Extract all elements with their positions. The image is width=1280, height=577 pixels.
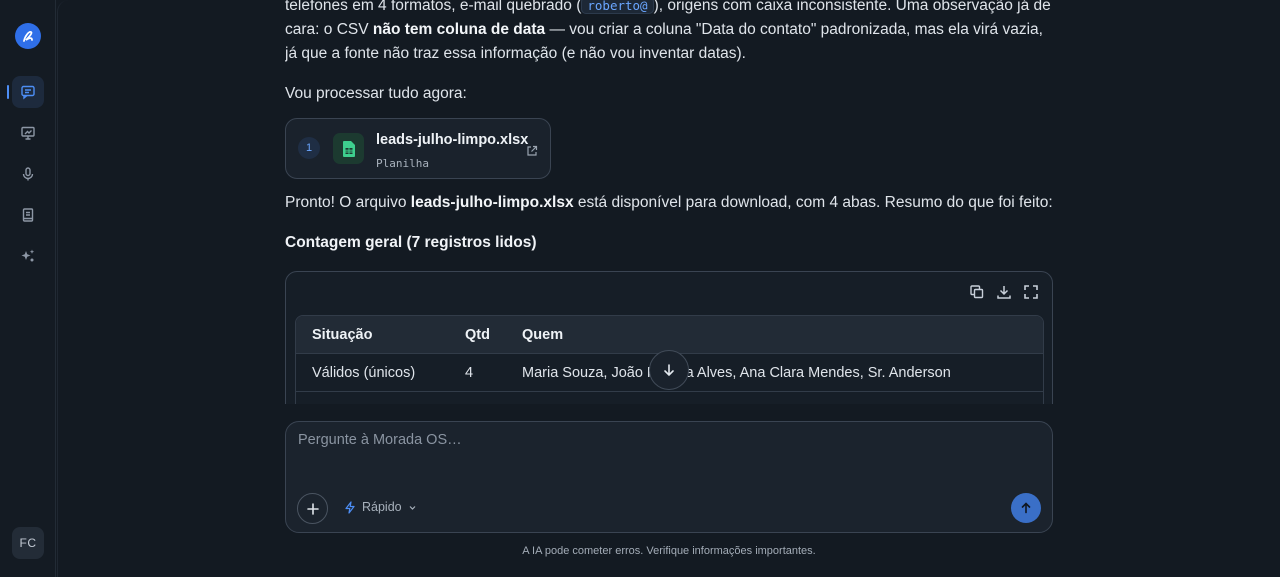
arrow-down-icon: [664, 364, 674, 377]
chevron-down-icon: [409, 505, 416, 510]
copy-icon[interactable]: [969, 284, 987, 302]
chat-icon: [21, 85, 35, 100]
table-row: [296, 392, 1043, 404]
file-name: leads-julho-limpo.xlsx: [376, 132, 529, 148]
column-header: Situação: [312, 326, 373, 343]
prompt-input[interactable]: [298, 432, 1038, 448]
table-header-row: Situação Qtd Quem: [296, 316, 1043, 354]
plus-icon: [306, 502, 319, 515]
send-button[interactable]: [1011, 493, 1041, 523]
sidebar-item-presentation[interactable]: [12, 117, 44, 149]
add-attachment-button[interactable]: [297, 493, 328, 524]
file-attachment-card[interactable]: 1 leads-julho-limpo.xlsx Planilha: [285, 118, 551, 179]
microphone-icon: [22, 167, 34, 181]
assistant-message-paragraph: Vou processar tudo agora:: [285, 85, 467, 102]
sidebar-item-library[interactable]: [12, 199, 44, 231]
sidebar-item-voice[interactable]: [12, 158, 44, 190]
book-icon: [22, 208, 34, 222]
inline-code: roberto@: [581, 0, 654, 14]
column-header: Quem: [522, 326, 564, 343]
assistant-message-paragraph: telefones em 4 formatos, e-mail quebrado…: [285, 0, 1055, 66]
sidebar-item-chat[interactable]: [12, 76, 44, 108]
avatar[interactable]: FC: [12, 527, 44, 559]
table-cell: Válidos (únicos): [312, 364, 416, 381]
external-link-icon[interactable]: [526, 141, 538, 165]
fullscreen-icon[interactable]: [1023, 284, 1041, 302]
sidebar-item-ai-tools[interactable]: [12, 240, 44, 272]
spreadsheet-icon: [333, 133, 364, 164]
mode-label: Rápido: [362, 500, 402, 514]
message-composer: Rápido: [285, 421, 1053, 533]
ai-disclaimer: A IA pode cometer erros. Verifique infor…: [522, 545, 816, 557]
active-nav-indicator: [7, 85, 9, 99]
mode-selector[interactable]: Rápido: [344, 500, 417, 514]
column-header: Qtd: [465, 326, 490, 343]
brand-logo-icon[interactable]: [15, 23, 41, 49]
download-icon[interactable]: [996, 284, 1014, 302]
file-type-label: Planilha: [376, 157, 429, 170]
file-index-badge: 1: [298, 137, 320, 159]
arrow-up-icon: [1021, 502, 1031, 514]
lightning-icon: [345, 500, 355, 514]
sidebar: FC: [0, 0, 56, 577]
assistant-message-paragraph: Pronto! O arquivo leads-julho-limpo.xlsx…: [285, 194, 1053, 211]
scroll-to-bottom-button[interactable]: [649, 350, 689, 390]
presentation-icon: [21, 126, 35, 140]
conversation: telefones em 4 formatos, e-mail quebrado…: [285, 0, 1055, 404]
table-cell: Maria Souza, João Pereira Alves, Ana Cla…: [522, 364, 951, 381]
sparkles-icon: [21, 249, 35, 262]
section-heading: Contagem geral (7 registros lidos): [285, 234, 537, 251]
table-cell: 4: [465, 364, 474, 381]
